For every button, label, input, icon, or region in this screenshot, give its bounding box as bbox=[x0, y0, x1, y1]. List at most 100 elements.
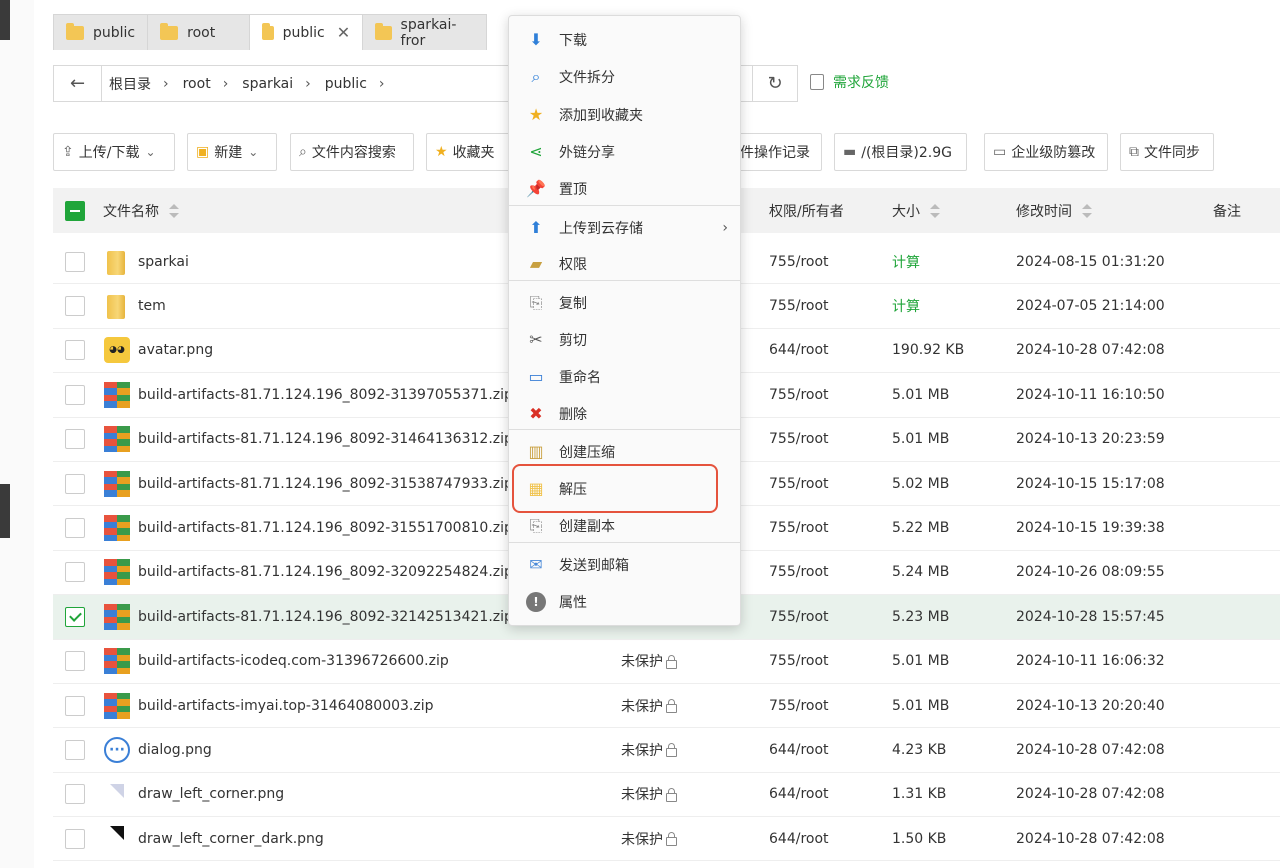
feedback-link[interactable]: 需求反馈 bbox=[810, 72, 889, 92]
row-checkbox[interactable] bbox=[65, 651, 85, 672]
permission-owner[interactable]: 644/root bbox=[769, 786, 829, 802]
file-name[interactable]: tem bbox=[138, 298, 166, 314]
menu-item-share[interactable]: ⋖ 外链分享 bbox=[509, 133, 740, 170]
protect-status[interactable]: 未保护 bbox=[621, 829, 677, 849]
protect-status[interactable]: 未保护 bbox=[621, 696, 677, 716]
file-sync-button[interactable]: ⧉ 文件同步 bbox=[1120, 133, 1214, 171]
operation-log-button[interactable]: 件操作记录 bbox=[732, 133, 822, 171]
image-corner-dark-icon bbox=[104, 826, 130, 852]
column-modified-time[interactable]: 修改时间 bbox=[1016, 188, 1092, 233]
menu-item-pin[interactable]: 📌 置顶 bbox=[509, 170, 740, 207]
table-row[interactable]: draw_left_corner_dark.png 未保护 644/root 1.50… bbox=[53, 817, 1280, 862]
permission-owner[interactable]: 644/root bbox=[769, 831, 829, 847]
table-row[interactable]: ··· dialog.png 未保护 644/root 4.23 KB 2024-10-2… bbox=[53, 728, 1280, 773]
info-icon: ! bbox=[526, 591, 546, 612]
column-name[interactable]: 文件名称 bbox=[103, 188, 179, 233]
row-checkbox[interactable] bbox=[65, 695, 85, 716]
permission-owner[interactable]: 755/root bbox=[769, 520, 829, 536]
file-name[interactable]: draw_left_corner.png bbox=[138, 786, 284, 802]
row-checkbox[interactable] bbox=[65, 828, 85, 849]
row-checkbox[interactable] bbox=[65, 429, 85, 450]
select-all-checkbox[interactable] bbox=[65, 188, 85, 233]
upload-download-button[interactable]: ⇪ 上传/下载 ⌄ bbox=[53, 133, 175, 171]
protect-status[interactable]: 未保护 bbox=[621, 740, 677, 760]
row-checkbox[interactable] bbox=[65, 784, 85, 805]
tab-public-1[interactable]: public bbox=[53, 14, 149, 50]
tamper-protect-button[interactable]: ▭ 企业级防篡改 bbox=[984, 133, 1108, 171]
row-checkbox[interactable] bbox=[65, 384, 85, 405]
tab-sparkai-front[interactable]: sparkai-fror bbox=[362, 14, 488, 50]
file-name[interactable]: avatar.png bbox=[138, 342, 213, 358]
breadcrumb-item[interactable]: sparkai bbox=[242, 76, 293, 92]
table-row[interactable]: build-artifacts-icodeq.com-31396726600.z… bbox=[53, 640, 1280, 684]
menu-item-star[interactable]: ★ 添加到收藏夹 bbox=[509, 96, 740, 133]
file-name[interactable]: build-artifacts-icodeq.com-31396726600.z… bbox=[138, 653, 449, 669]
table-row[interactable]: build-artifacts-imyai.top-31464080003.zi… bbox=[53, 684, 1280, 729]
file-name[interactable]: build-artifacts-81.71.124.196_8092-31397… bbox=[138, 387, 513, 403]
permission-owner[interactable]: 755/root bbox=[769, 298, 829, 314]
row-checkbox[interactable] bbox=[65, 562, 85, 583]
protect-status[interactable]: 未保护 bbox=[621, 784, 677, 804]
permission-owner[interactable]: 755/root bbox=[769, 387, 829, 403]
tab-public-active[interactable]: public ✕ bbox=[249, 14, 364, 50]
protect-status[interactable]: 未保护 bbox=[621, 651, 677, 671]
breadcrumb-item[interactable]: public bbox=[325, 76, 367, 92]
menu-item-rename[interactable]: ▭ 重命名 bbox=[509, 358, 740, 395]
column-size[interactable]: 大小 bbox=[892, 188, 940, 233]
row-checkbox[interactable] bbox=[65, 518, 85, 539]
file-name[interactable]: build-artifacts-imyai.top-31464080003.zi… bbox=[138, 698, 434, 714]
menu-item-download[interactable]: ⬇ 下载 bbox=[509, 21, 740, 58]
favorites-button[interactable]: ★ 收藏夹 bbox=[426, 133, 516, 171]
row-checkbox[interactable] bbox=[65, 296, 85, 317]
permission-owner[interactable]: 755/root bbox=[769, 653, 829, 669]
menu-item-search-split[interactable]: ⌕ 文件拆分 bbox=[509, 58, 740, 95]
file-name[interactable]: build-artifacts-81.71.124.196_8092-32092… bbox=[138, 564, 513, 580]
file-name[interactable]: build-artifacts-81.71.124.196_8092-31464… bbox=[138, 431, 513, 447]
permission-owner[interactable]: 755/root bbox=[769, 254, 829, 270]
calculate-size-link[interactable]: 计算 bbox=[892, 252, 920, 272]
permission-owner[interactable]: 755/root bbox=[769, 476, 829, 492]
new-button[interactable]: ▣ 新建 ⌄ bbox=[187, 133, 277, 171]
file-size: 1.50 KB bbox=[892, 830, 947, 847]
refresh-button[interactable]: ↻ bbox=[752, 65, 798, 102]
chevron-right-icon: › bbox=[722, 219, 728, 236]
permission-owner[interactable]: 644/root bbox=[769, 742, 829, 758]
menu-item-permission-folder[interactable]: ▰ 权限 bbox=[509, 245, 740, 282]
row-checkbox[interactable] bbox=[65, 340, 85, 361]
row-checkbox[interactable] bbox=[65, 251, 85, 272]
file-name[interactable]: build-artifacts-81.71.124.196_8092-31538… bbox=[138, 476, 513, 492]
folder-icon bbox=[104, 249, 130, 275]
menu-item-label: 上传到云存储 bbox=[559, 220, 643, 237]
file-name[interactable]: build-artifacts-81.71.124.196_8092-31551… bbox=[138, 520, 513, 536]
chevron-right-icon: › bbox=[378, 75, 385, 92]
content-search-button[interactable]: ⌕ 文件内容搜索 bbox=[290, 133, 414, 171]
compress-icon: ▥ bbox=[528, 442, 544, 461]
file-name[interactable]: sparkai bbox=[138, 254, 189, 270]
modified-time: 2024-10-11 16:06:32 bbox=[1016, 653, 1165, 670]
file-name[interactable]: build-artifacts-81.71.124.196_8092-32142… bbox=[138, 609, 513, 625]
breadcrumb-item[interactable]: root bbox=[183, 76, 211, 92]
file-name[interactable]: draw_left_corner_dark.png bbox=[138, 831, 324, 847]
table-row[interactable]: draw_left_corner.png 未保护 644/root 1.31 KB 20… bbox=[53, 773, 1280, 818]
permission-owner[interactable]: 644/root bbox=[769, 342, 829, 358]
menu-item-info[interactable]: ! 属性 bbox=[509, 583, 740, 620]
row-checkbox[interactable] bbox=[65, 739, 85, 760]
menu-item-upload-cloud[interactable]: ⬆ 上传到云存储 › bbox=[509, 209, 740, 246]
close-icon[interactable]: ✕ bbox=[337, 23, 350, 42]
row-checkbox[interactable] bbox=[65, 473, 85, 494]
disk-button[interactable]: ▬/(根目录)2.9G bbox=[834, 133, 967, 171]
row-checkbox[interactable] bbox=[65, 606, 85, 627]
menu-item-mail[interactable]: ✉ 发送到邮箱 bbox=[509, 546, 740, 583]
tab-root[interactable]: root bbox=[147, 14, 251, 50]
menu-item-copy[interactable]: ⎘ 复制 bbox=[509, 284, 740, 321]
file-name[interactable]: dialog.png bbox=[138, 742, 212, 758]
menu-item-delete[interactable]: ✖ 删除 bbox=[509, 395, 740, 432]
menu-item-scissors[interactable]: ✂ 剪切 bbox=[509, 321, 740, 358]
back-button[interactable]: ← bbox=[54, 66, 102, 101]
breadcrumb-item[interactable]: 根目录 bbox=[109, 74, 151, 94]
permission-owner[interactable]: 755/root bbox=[769, 564, 829, 580]
permission-owner[interactable]: 755/root bbox=[769, 609, 829, 625]
permission-owner[interactable]: 755/root bbox=[769, 698, 829, 714]
permission-owner[interactable]: 755/root bbox=[769, 431, 829, 447]
calculate-size-link[interactable]: 计算 bbox=[892, 296, 920, 316]
